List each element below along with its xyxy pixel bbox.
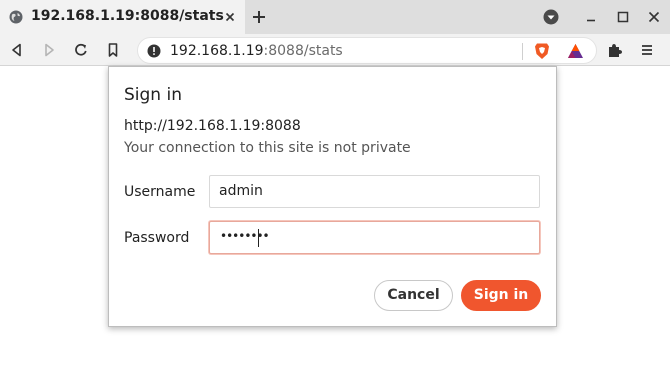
address-bar[interactable]: 192.168.1.19:8088/stats bbox=[137, 37, 597, 64]
maximize-icon[interactable] bbox=[614, 8, 632, 26]
toolbar: 192.168.1.19:8088/stats bbox=[0, 34, 670, 66]
close-icon[interactable] bbox=[222, 9, 238, 25]
username-field[interactable]: admin bbox=[209, 175, 540, 208]
username-value: admin bbox=[219, 183, 263, 199]
brave-shields-icon[interactable] bbox=[534, 42, 550, 60]
cancel-button[interactable]: Cancel bbox=[374, 280, 453, 311]
url-host: 192.168.1.19 bbox=[170, 43, 264, 59]
password-field[interactable]: •••••••• bbox=[209, 221, 540, 254]
url-text: 192.168.1.19:8088/stats bbox=[170, 43, 343, 59]
text-caret bbox=[258, 229, 259, 247]
back-icon[interactable] bbox=[8, 41, 26, 59]
info-icon[interactable] bbox=[147, 44, 161, 58]
sign-in-dialog: Sign in http://192.168.1.19:8088 Your co… bbox=[108, 66, 557, 327]
reload-icon[interactable] bbox=[72, 41, 90, 59]
url-path: :8088/stats bbox=[263, 43, 343, 59]
rewards-icon[interactable] bbox=[567, 43, 584, 59]
sign-in-button[interactable]: Sign in bbox=[461, 280, 541, 311]
window-menu-icon[interactable] bbox=[542, 8, 560, 26]
username-label: Username bbox=[124, 184, 196, 200]
plus-icon[interactable] bbox=[250, 8, 268, 26]
menu-icon[interactable] bbox=[638, 41, 656, 59]
connection-warning: Your connection to this site is not priv… bbox=[124, 140, 411, 156]
globe-icon bbox=[9, 10, 23, 24]
bookmark-icon[interactable] bbox=[104, 41, 122, 59]
dialog-origin: http://192.168.1.19:8088 bbox=[124, 118, 301, 134]
dialog-title: Sign in bbox=[124, 85, 182, 105]
password-mask: •••••••• bbox=[220, 229, 270, 243]
extensions-icon[interactable] bbox=[606, 41, 624, 59]
password-label: Password bbox=[124, 230, 190, 246]
minimize-icon[interactable] bbox=[582, 8, 600, 26]
tab-title: 192.168.1.19:8088/stats bbox=[31, 8, 224, 24]
tab-active[interactable]: 192.168.1.19:8088/stats bbox=[0, 0, 245, 34]
divider bbox=[522, 43, 523, 60]
tab-strip: 192.168.1.19:8088/stats bbox=[0, 0, 670, 34]
close-window-icon[interactable] bbox=[645, 8, 663, 26]
forward-icon[interactable] bbox=[40, 41, 58, 59]
